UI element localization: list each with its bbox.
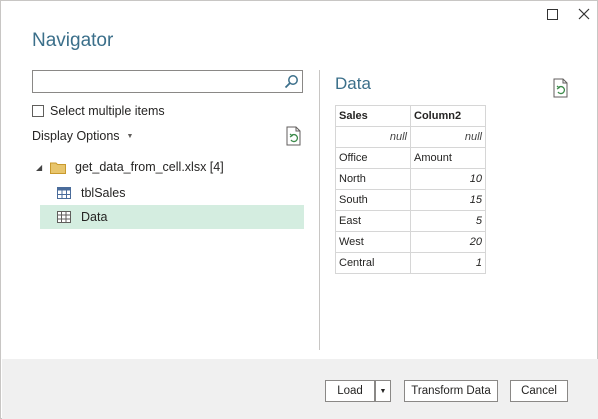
search-icon[interactable]: [284, 74, 299, 89]
select-multiple-option[interactable]: Select multiple items: [32, 103, 165, 119]
pane-divider[interactable]: [319, 70, 320, 350]
tree-workbook-node[interactable]: ◢ get_data_from_cell.xlsx [4]: [32, 156, 304, 178]
chevron-down-icon: ▼: [126, 132, 134, 140]
tree-item-label: Data: [81, 210, 108, 224]
table-cell: null: [335, 126, 411, 148]
table-cell: Amount: [410, 147, 486, 169]
search-box[interactable]: [32, 70, 303, 93]
table-cell: null: [410, 126, 486, 148]
cancel-button[interactable]: Cancel: [510, 380, 568, 402]
tree-item-data[interactable]: Data: [40, 205, 304, 229]
preview-table: Sales Column2 null null Office Amount No…: [335, 105, 486, 274]
navigator-dialog: Navigator Select multiple items Display …: [0, 0, 598, 419]
folder-icon: [50, 162, 66, 174]
column-header[interactable]: Sales: [335, 105, 411, 127]
chevron-down-icon: ▼: [379, 387, 387, 395]
table-row: West 20: [335, 231, 486, 253]
display-options-label: Display Options: [32, 129, 120, 143]
table-cell: 20: [410, 231, 486, 253]
workbook-label: get_data_from_cell.xlsx [4]: [75, 160, 224, 174]
table-row: North 10: [335, 168, 486, 190]
load-dropdown-button[interactable]: ▼: [375, 380, 391, 402]
maximize-icon: [546, 8, 558, 20]
sheet-icon: [57, 211, 71, 223]
table-cell: Office: [335, 147, 411, 169]
table-cell: West: [335, 231, 411, 253]
table-row: Central 1: [335, 252, 486, 274]
select-multiple-label: Select multiple items: [50, 104, 165, 118]
close-button[interactable]: [573, 4, 595, 24]
tree-item-tblsales[interactable]: tblSales: [40, 181, 304, 205]
search-input[interactable]: [33, 71, 278, 92]
column-header[interactable]: Column2: [410, 105, 486, 127]
table-cell: 5: [410, 210, 486, 232]
dialog-footer: [2, 359, 598, 419]
select-multiple-checkbox[interactable]: [32, 105, 44, 117]
table-row: East 5: [335, 210, 486, 232]
table-icon: [57, 187, 71, 199]
maximize-button[interactable]: [541, 4, 563, 24]
load-button[interactable]: Load: [325, 380, 375, 402]
close-icon: [578, 8, 590, 20]
table-cell: South: [335, 189, 411, 211]
refresh-icon[interactable]: [552, 78, 570, 98]
table-cell: 10: [410, 168, 486, 190]
table-row: null null: [335, 126, 486, 148]
table-header-row: Sales Column2: [335, 105, 486, 127]
table-cell: 15: [410, 189, 486, 211]
transform-data-button[interactable]: Transform Data: [404, 380, 498, 402]
table-cell: East: [335, 210, 411, 232]
table-cell: Central: [335, 252, 411, 274]
tree-item-label: tblSales: [81, 186, 126, 200]
table-row: Office Amount: [335, 147, 486, 169]
table-row: South 15: [335, 189, 486, 211]
display-options-dropdown[interactable]: Display Options ▼: [32, 128, 133, 144]
expand-triangle-icon[interactable]: ◢: [36, 163, 46, 172]
refresh-icon[interactable]: [285, 126, 303, 146]
preview-title: Data: [335, 74, 371, 93]
dialog-title: Navigator: [32, 30, 114, 51]
table-cell: 1: [410, 252, 486, 274]
table-cell: North: [335, 168, 411, 190]
